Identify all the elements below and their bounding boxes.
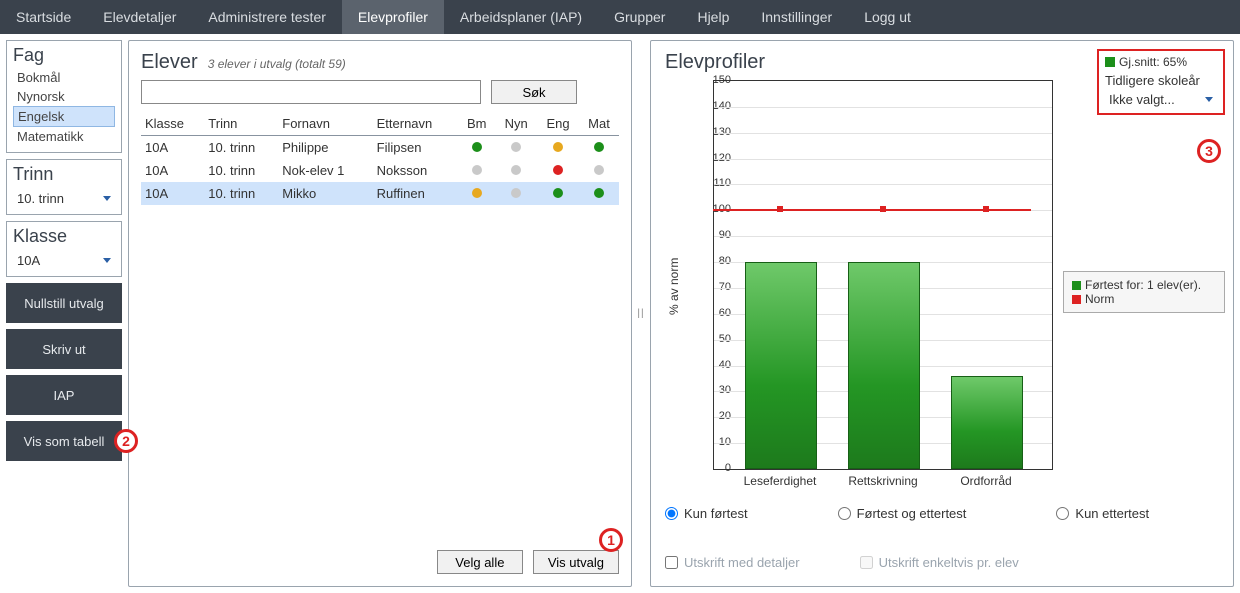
status-dot: [511, 142, 521, 152]
chk-detail[interactable]: Utskrift med detaljer: [665, 555, 800, 570]
show-selection-button[interactable]: Vis utvalg: [533, 550, 619, 574]
status-dot: [472, 188, 482, 198]
radio-both[interactable]: Førtest og ettertest: [838, 506, 967, 521]
reset-button[interactable]: Nullstill utvalg: [6, 283, 122, 323]
square-icon: [1105, 57, 1115, 67]
chevron-down-icon: [103, 258, 111, 263]
col-mat[interactable]: Mat: [579, 112, 619, 136]
square-icon: [1072, 281, 1081, 290]
x-tick-label: Ordforråd: [941, 474, 1031, 488]
nav-startside[interactable]: Startside: [0, 0, 87, 34]
col-eng[interactable]: Eng: [537, 112, 579, 136]
trinn-title: Trinn: [13, 164, 115, 185]
bar: [745, 262, 817, 469]
radio-pre[interactable]: Kun førtest: [665, 506, 748, 521]
trinn-box: Trinn 10. trinn: [6, 159, 122, 215]
norm-point: [983, 206, 989, 212]
col-etternavn[interactable]: Etternavn: [373, 112, 459, 136]
splitter-handle[interactable]: ||: [638, 40, 644, 587]
status-dot: [553, 165, 563, 175]
table-row[interactable]: 10A10. trinnPhilippeFilipsen: [141, 136, 619, 160]
status-dot: [594, 188, 604, 198]
elever-panel: Elever 3 elever i utvalg (totalt 59) Søk…: [128, 40, 632, 587]
fag-bokmal[interactable]: Bokmål: [13, 68, 115, 87]
nav-loggut[interactable]: Logg ut: [848, 0, 927, 34]
annotation-2: 2: [114, 429, 138, 453]
norm-point: [777, 206, 783, 212]
status-dot: [553, 188, 563, 198]
prev-year-label: Tidligere skoleår: [1105, 73, 1217, 88]
col-klasse[interactable]: Klasse: [141, 112, 204, 136]
trinn-select[interactable]: 10. trinn: [13, 189, 115, 208]
bar: [951, 376, 1023, 469]
klasse-title: Klasse: [13, 226, 115, 247]
klasse-select[interactable]: 10A: [13, 251, 115, 270]
nav-innstillinger[interactable]: Innstillinger: [745, 0, 848, 34]
nav-elevprofiler[interactable]: Elevprofiler: [342, 0, 444, 34]
nav-administrere-tester[interactable]: Administrere tester: [192, 0, 341, 34]
prev-year-select[interactable]: Ikke valgt...: [1105, 90, 1217, 109]
nav-elevdetaljer[interactable]: Elevdetaljer: [87, 0, 192, 34]
chevron-down-icon: [103, 196, 111, 201]
nav-hjelp[interactable]: Hjelp: [681, 0, 745, 34]
print-button[interactable]: Skriv ut: [6, 329, 122, 369]
fag-box: Fag Bokmål Nynorsk Engelsk Matematikk: [6, 40, 122, 153]
status-dot: [594, 142, 604, 152]
status-dot: [553, 142, 563, 152]
klasse-value: 10A: [17, 253, 40, 268]
search-input[interactable]: [141, 80, 481, 104]
chk-per[interactable]: Utskrift enkeltvis pr. elev: [860, 555, 1019, 570]
chart-panel: Elevprofiler % av norm 01020304050607080…: [650, 40, 1234, 587]
status-dot: [511, 188, 521, 198]
fag-title: Fag: [13, 45, 115, 66]
chart-legend: Førtest for: 1 elev(er). Norm: [1063, 271, 1225, 313]
col-fornavn[interactable]: Fornavn: [278, 112, 372, 136]
chevron-down-icon: [1205, 97, 1213, 102]
summary-box: Gj.snitt: 65% Tidligere skoleår Ikke val…: [1097, 49, 1225, 115]
trinn-value: 10. trinn: [17, 191, 64, 206]
nav-arbeidsplaner[interactable]: Arbeidsplaner (IAP): [444, 0, 598, 34]
iap-button[interactable]: IAP: [6, 375, 122, 415]
select-all-button[interactable]: Velg alle: [437, 550, 523, 574]
fag-nynorsk[interactable]: Nynorsk: [13, 87, 115, 106]
plot-area: [713, 80, 1053, 470]
fag-engelsk[interactable]: Engelsk: [13, 106, 115, 127]
status-dot: [472, 165, 482, 175]
col-nyn[interactable]: Nyn: [495, 112, 537, 136]
fag-matematikk[interactable]: Matematikk: [13, 127, 115, 146]
norm-point: [880, 206, 886, 212]
col-trinn[interactable]: Trinn: [204, 112, 278, 136]
top-nav: Startside Elevdetaljer Administrere test…: [0, 0, 1240, 34]
avg-label: Gj.snitt: 65%: [1119, 55, 1187, 69]
status-dot: [594, 165, 604, 175]
table-row[interactable]: 10A10. trinnMikkoRuffinen: [141, 182, 619, 205]
search-button[interactable]: Søk: [491, 80, 577, 104]
nav-grupper[interactable]: Grupper: [598, 0, 681, 34]
radio-post[interactable]: Kun ettertest: [1056, 506, 1149, 521]
table-row[interactable]: 10A10. trinnNok-elev 1Noksson: [141, 159, 619, 182]
status-dot: [472, 142, 482, 152]
status-dot: [511, 165, 521, 175]
elever-title: Elever: [141, 51, 198, 74]
x-tick-label: Leseferdighet: [735, 474, 825, 488]
square-icon: [1072, 295, 1081, 304]
sidebar: Fag Bokmål Nynorsk Engelsk Matematikk Tr…: [6, 40, 122, 587]
table-button[interactable]: Vis som tabell 2: [6, 421, 122, 461]
annotation-3: 3: [1197, 139, 1221, 163]
bar: [848, 262, 920, 469]
elever-table: Klasse Trinn Fornavn Etternavn Bm Nyn En…: [141, 112, 619, 544]
x-tick-label: Rettskrivning: [838, 474, 928, 488]
elever-subtitle: 3 elever i utvalg (totalt 59): [208, 57, 346, 71]
col-bm[interactable]: Bm: [458, 112, 495, 136]
y-axis-label: % av norm: [665, 80, 681, 492]
annotation-1: 1: [599, 528, 623, 552]
klasse-box: Klasse 10A: [6, 221, 122, 277]
